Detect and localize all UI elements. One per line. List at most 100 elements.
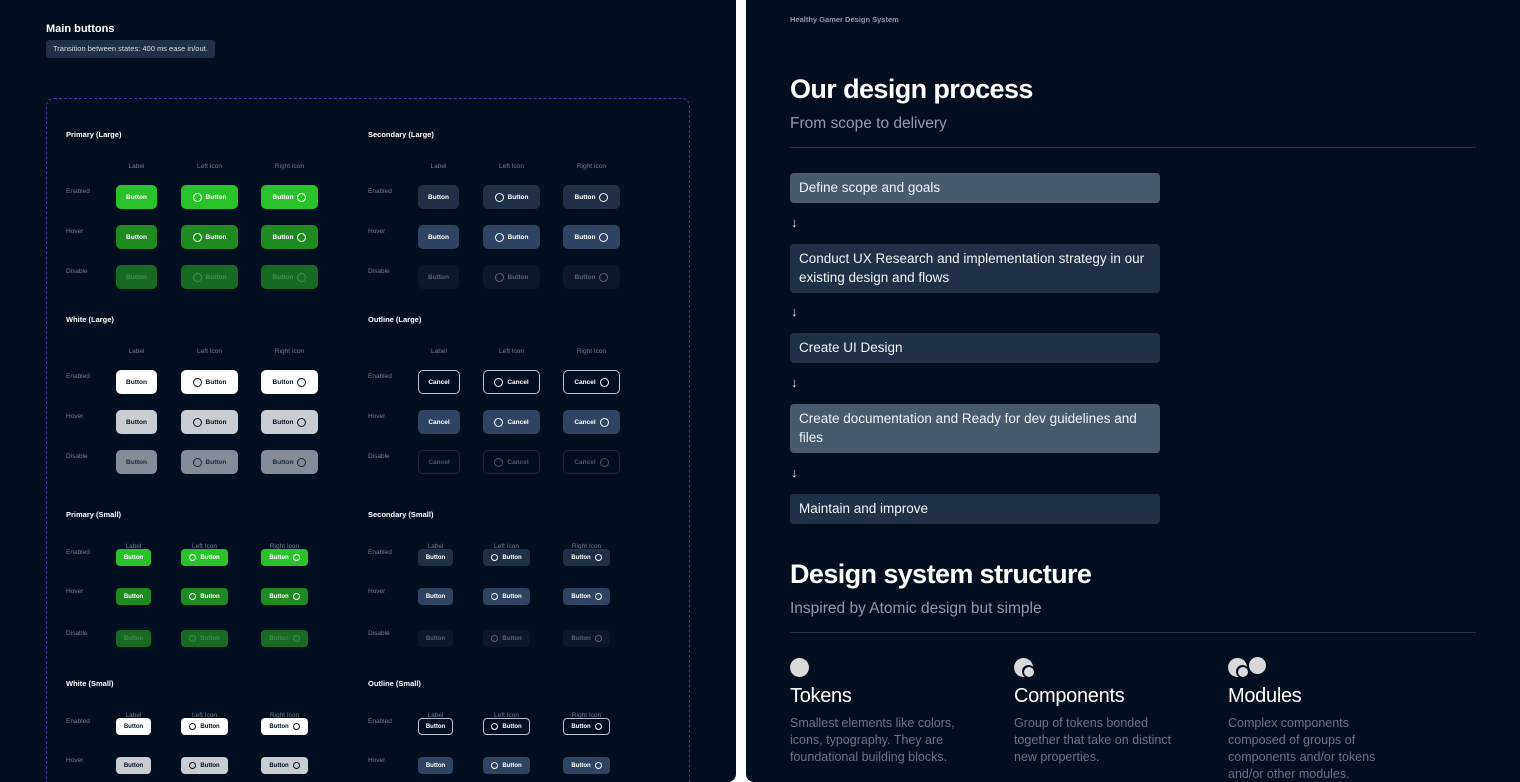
outline-small-hover-button[interactable]: Button [418, 757, 453, 774]
circle-icon [192, 377, 202, 387]
column-header: Right Icon [576, 163, 607, 170]
button-label: Button [571, 593, 591, 600]
white-small-hover-button[interactable]: Button [116, 757, 151, 774]
button-label: Button [126, 378, 147, 386]
secondary-small-enabled-button[interactable]: Button [563, 549, 610, 566]
button-label: Button [126, 418, 147, 426]
button-label: Button [272, 233, 294, 241]
outline-small-hover-button[interactable]: Button [563, 757, 610, 774]
button-label: Cancel [428, 418, 450, 426]
button-label: Cancel [574, 378, 596, 386]
module-circles-icon [1228, 656, 1398, 678]
state-label: Hover [368, 756, 386, 764]
button-label: Cancel [574, 458, 596, 466]
primary-small-hover-button[interactable]: Button [116, 588, 151, 605]
outline-small-enabled-button[interactable]: Button [418, 718, 453, 735]
down-arrow-icon: ↓ [791, 304, 798, 319]
button-label: Button [269, 593, 289, 600]
column-header: Label [430, 163, 447, 170]
outline-small-enabled-button[interactable]: Button [563, 718, 610, 735]
state-label: Enabled [66, 188, 90, 195]
outline-large-hover-button[interactable]: Cancel [418, 410, 460, 434]
primary-small-enabled-button[interactable]: Button [181, 549, 228, 566]
circle-icon [491, 554, 499, 561]
circle-icon [491, 762, 499, 769]
white-large-hover-button[interactable]: Button [116, 410, 157, 434]
button-label: Cancel [428, 378, 450, 386]
white-large-enabled-button[interactable]: Button [261, 370, 318, 394]
outline-large-disable-button: Cancel [563, 450, 620, 474]
button-label: Button [126, 193, 147, 201]
white-large-disable-button: Button [261, 450, 318, 474]
secondary-small-title: Secondary (Small) [368, 510, 434, 519]
secondary-large-hover-button[interactable]: Button [483, 225, 540, 249]
white-large-disable-button: Button [116, 450, 157, 474]
primary-small-hover-button[interactable]: Button [181, 588, 228, 605]
column-header: Right Icon [274, 348, 305, 355]
circle-icon [594, 554, 602, 561]
white-small-hover-button[interactable]: Button [261, 757, 308, 774]
button-label: Button [502, 635, 522, 642]
white-small-enabled-button[interactable]: Button [181, 718, 228, 735]
main-buttons-panel: Main buttons Transition between states: … [0, 0, 736, 782]
button-label: Button [502, 593, 522, 600]
white-large-hover-button[interactable]: Button [181, 410, 238, 434]
button-label: Button [123, 635, 144, 642]
secondary-large-enabled-button[interactable]: Button [483, 185, 540, 209]
secondary-large-hover-button[interactable]: Button [563, 225, 620, 249]
brand-label: Healthy Gamer Design System [790, 15, 899, 24]
button-label: Button [126, 458, 147, 466]
tokens-title: Tokens [790, 685, 852, 707]
outline-large-enabled-button[interactable]: Cancel [563, 370, 620, 394]
circle-icon [292, 554, 300, 561]
white-small-enabled-button[interactable]: Button [116, 718, 151, 735]
primary-small-enabled-button[interactable]: Button [116, 549, 151, 566]
primary-large-hover-button[interactable]: Button [261, 225, 318, 249]
circle-icon [599, 232, 609, 242]
white-large-title: White (Large) [66, 315, 114, 324]
outline-small-hover-button[interactable]: Button [483, 757, 530, 774]
white-large-hover-button[interactable]: Button [261, 410, 318, 434]
state-label: Enabled [368, 717, 392, 725]
state-label: Disable [66, 268, 88, 275]
button-label: Button [126, 273, 147, 281]
primary-small-hover-button[interactable]: Button [261, 588, 308, 605]
circle-icon [494, 457, 504, 467]
white-small-hover-button[interactable]: Button [181, 757, 228, 774]
outline-large-hover-button[interactable]: Cancel [483, 410, 540, 434]
button-label: Cancel [428, 458, 450, 466]
primary-large-hover-button[interactable]: Button [181, 225, 238, 249]
white-large-enabled-button[interactable]: Button [181, 370, 238, 394]
outline-large-hover-button[interactable]: Cancel [563, 410, 620, 434]
secondary-large-hover-button[interactable]: Button [418, 225, 459, 249]
secondary-small-hover-button[interactable]: Button [483, 588, 530, 605]
primary-large-enabled-button[interactable]: Button [181, 185, 238, 209]
primary-large-hover-button[interactable]: Button [116, 225, 157, 249]
state-label: Hover [368, 587, 386, 595]
process-step: Conduct UX Research and implementation s… [790, 244, 1160, 293]
primary-small-enabled-button[interactable]: Button [261, 549, 308, 566]
white-large-enabled-button[interactable]: Button [116, 370, 157, 394]
button-label: Button [428, 193, 449, 201]
outline-small-enabled-button[interactable]: Button [483, 718, 530, 735]
column-header: Left Icon [499, 348, 524, 355]
circle-icon [491, 593, 499, 600]
secondary-small-hover-button[interactable]: Button [418, 588, 453, 605]
primary-large-enabled-button[interactable]: Button [261, 185, 318, 209]
secondary-large-enabled-button[interactable]: Button [418, 185, 459, 209]
secondary-small-enabled-button[interactable]: Button [483, 549, 530, 566]
structure-title: Design system structure [790, 559, 1092, 589]
white-large-disable-button: Button [181, 450, 238, 474]
outline-large-disable-button: Cancel [483, 450, 540, 474]
secondary-small-hover-button[interactable]: Button [563, 588, 610, 605]
secondary-small-enabled-button[interactable]: Button [418, 549, 453, 566]
button-label: Button [205, 458, 227, 466]
circle-icon [599, 272, 609, 282]
white-small-enabled-button[interactable]: Button [261, 718, 308, 735]
primary-large-enabled-button[interactable]: Button [116, 185, 157, 209]
circle-icon [189, 593, 197, 600]
outline-large-enabled-button[interactable]: Cancel [483, 370, 540, 394]
outline-large-enabled-button[interactable]: Cancel [418, 370, 460, 394]
secondary-large-enabled-button[interactable]: Button [563, 185, 620, 209]
button-label: Button [123, 593, 144, 600]
